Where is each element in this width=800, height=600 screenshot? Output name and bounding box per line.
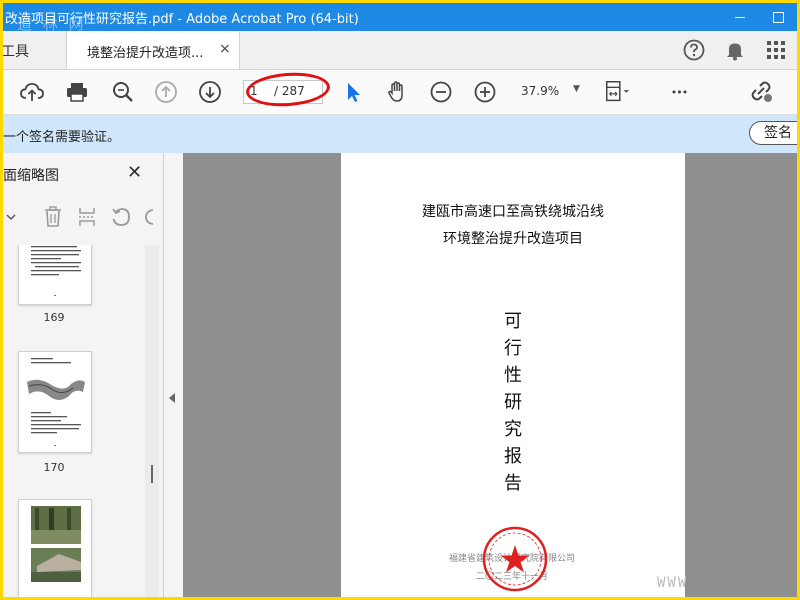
upload-button[interactable]: [18, 78, 46, 106]
apps-button[interactable]: [765, 39, 787, 65]
tab-tools[interactable]: 工具: [3, 41, 29, 61]
thumbnail-list: 169 170: [3, 245, 143, 597]
chevron-down-icon: ▼: [573, 84, 580, 94]
company-seal-icon: [482, 526, 548, 592]
share-link-button[interactable]: [747, 78, 775, 106]
print-button[interactable]: [63, 78, 91, 106]
rotate-page-button[interactable]: [109, 205, 133, 229]
insert-page-icon: [79, 208, 95, 226]
collapse-panel-arrow[interactable]: [169, 393, 175, 403]
help-button[interactable]: [683, 39, 705, 65]
rotate-page-right-button[interactable]: [137, 205, 161, 229]
vertical-title-char: 行: [504, 338, 522, 359]
panel-title: 面缩略图: [3, 168, 59, 184]
hand-tool-button[interactable]: [383, 78, 411, 106]
panel-options-button[interactable]: [3, 205, 23, 229]
signature-notice-message: 一个签名需要验证。: [3, 130, 121, 145]
magnifier-icon: [113, 82, 133, 102]
thumbnail-page-170[interactable]: [18, 351, 92, 453]
prev-page-button[interactable]: [152, 78, 180, 106]
page-watermark: WWW: [657, 575, 689, 591]
vertical-title-char: 究: [504, 419, 522, 440]
insert-page-button[interactable]: [75, 205, 99, 229]
arrow-up-circle-icon: [155, 81, 177, 103]
signature-notice-bar: 一个签名需要验证。 签名: [3, 115, 797, 153]
arrow-down-circle-icon: [199, 81, 221, 103]
document-view[interactable]: 建瓯市高速口至高铁绕城沿线 环境整治提升改造项目 可 行 性 研 究 报 告 福…: [183, 153, 797, 597]
vertical-title-char: 告: [504, 473, 522, 494]
document-title-line2: 环境整治提升改造项目: [443, 231, 583, 247]
title-bar: 改造项目可行性研究报告.pdf - Adobe Acrobat Pro (64-…: [3, 3, 797, 33]
chevron-down-icon: [6, 214, 16, 221]
document-page: 建瓯市高速口至高铁绕城沿线 环境整治提升改造项目 可 行 性 研 究 报 告 福…: [341, 153, 685, 597]
question-icon: [683, 39, 705, 61]
thumbnail-number: 169: [43, 311, 65, 324]
zoom-level-select[interactable]: 37.9% ▼: [511, 80, 587, 102]
acrobat-window: 改造项目可行性研究报告.pdf - Adobe Acrobat Pro (64-…: [3, 3, 797, 597]
thumbnail-preview: [31, 246, 81, 296]
tab-document-label: 境整治提升改造项...: [87, 46, 204, 61]
maximize-button[interactable]: [759, 3, 797, 31]
search-button[interactable]: [109, 78, 137, 106]
more-tools-button[interactable]: •••: [661, 78, 697, 106]
tab-document[interactable]: 境整治提升改造项... ×: [66, 31, 240, 69]
fit-page-icon: [605, 80, 630, 102]
thumbnail-preview: [27, 358, 85, 446]
select-tool-button[interactable]: [339, 78, 367, 106]
maximize-icon: [772, 11, 784, 23]
panel-close-button[interactable]: ✕: [127, 162, 142, 183]
signature-panel-button[interactable]: 签名: [749, 121, 797, 145]
printer-icon: [67, 83, 87, 102]
minus-circle-icon: [430, 81, 452, 103]
thumbnails-panel: 面缩略图 ✕ 169 170: [3, 153, 164, 597]
thumbnail-page-169[interactable]: [18, 245, 92, 305]
trash-icon: [45, 206, 61, 227]
thumbnail-number: 170: [43, 461, 65, 474]
notifications-button[interactable]: [724, 39, 746, 65]
vertical-title-char: 研: [504, 392, 522, 413]
next-page-button[interactable]: [196, 78, 224, 106]
vertical-title-char: 可: [504, 311, 522, 332]
zoom-value: 37.9%: [521, 84, 560, 98]
rotate-left-icon: [112, 208, 130, 226]
zoom-in-button[interactable]: [471, 78, 499, 106]
hand-icon: [388, 81, 403, 102]
fit-page-button[interactable]: [603, 78, 631, 106]
vertical-title-char: 报: [504, 446, 522, 467]
tab-close-button[interactable]: ×: [219, 41, 231, 57]
minimize-button[interactable]: [721, 3, 759, 31]
zoom-out-button[interactable]: [427, 78, 455, 106]
thumbnail-page-171[interactable]: [18, 499, 92, 597]
cursor-arrow-icon: [348, 83, 360, 102]
tab-bar: 工具 境整治提升改造项... ×: [3, 31, 797, 70]
bell-icon: [727, 43, 743, 61]
thumbnail-scrollbar[interactable]: [145, 245, 159, 597]
plus-circle-icon: [474, 81, 496, 103]
main-toolbar: 1 / 287 37.9% ▼ •••: [3, 70, 797, 115]
rotate-right-icon: [145, 209, 154, 225]
thumbnail-scrollbar-thumb[interactable]: [151, 465, 153, 483]
grid-icon: [767, 41, 785, 59]
link-icon: [751, 81, 772, 102]
minimize-icon: [735, 16, 745, 18]
document-title-line1: 建瓯市高速口至高铁绕城沿线: [422, 204, 604, 220]
vertical-title-char: 性: [504, 365, 522, 386]
cloud-upload-icon: [20, 83, 44, 101]
thumbnail-preview: [31, 506, 81, 582]
delete-page-button[interactable]: [41, 205, 65, 229]
